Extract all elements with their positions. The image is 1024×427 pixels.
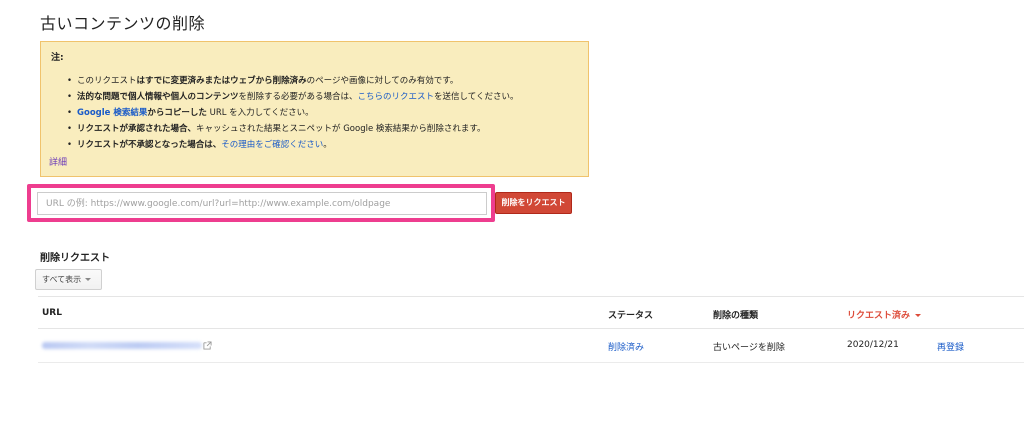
- notice-text: を削除する必要がある場合は、: [238, 92, 358, 102]
- chevron-down-icon: [85, 278, 92, 281]
- url-input[interactable]: [37, 192, 487, 215]
- notice-text-bold: 法的な問題で個人情報や個人のコンテンツ: [77, 92, 239, 102]
- notice-text: 。: [323, 140, 332, 150]
- removal-type: 古いページを削除: [713, 343, 785, 353]
- status-link[interactable]: 削除済み: [608, 340, 644, 353]
- details-link[interactable]: 詳細: [49, 155, 67, 168]
- removal-requests-title: 削除リクエスト: [40, 253, 110, 264]
- notice-text: URL を入力してください。: [206, 108, 314, 118]
- column-header-requested-label: リクエスト済み: [847, 311, 911, 321]
- page-title: 古いコンテンツの削除: [40, 14, 206, 33]
- notice-item: 法的な問題で個人情報や個人のコンテンツを削除する必要がある場合は、こちらのリクエ…: [67, 89, 578, 105]
- notice-item: Google 検索結果からコピーした URL を入力してください。: [67, 105, 578, 121]
- resubmit-link[interactable]: 再登録: [937, 340, 964, 353]
- notice-text-bold: からコピーした: [147, 108, 207, 118]
- blurred-url: [42, 342, 202, 349]
- notice-item: リクエストが承認された場合、キャッシュされた結果とスニペットが Google 検…: [67, 121, 578, 137]
- sort-caret-icon: [915, 314, 922, 317]
- notice-text: を送信してください。: [434, 92, 519, 102]
- notice-heading: 注:: [51, 53, 64, 63]
- notice-item: リクエストが不承認となった場合は、その理由をご確認ください。: [67, 137, 578, 153]
- google-search-results-link[interactable]: Google 検索結果: [77, 108, 147, 118]
- external-link-icon[interactable]: [203, 341, 212, 350]
- column-header-status: ステータス: [608, 311, 654, 321]
- filter-dropdown[interactable]: すべて表示: [35, 269, 102, 290]
- column-header-type: 削除の種類: [713, 311, 759, 321]
- notice-list: このリクエストはすでに変更済みまたはウェブから削除済みのページや画像に対してのみ…: [51, 73, 578, 153]
- other-request-link[interactable]: こちらのリクエスト: [358, 92, 435, 102]
- notice-text-bold: リクエストが不承認となった場合は、: [77, 140, 222, 150]
- request-date: 2020/12/21: [847, 340, 899, 350]
- notice-text-bold: は: [136, 76, 146, 86]
- filter-label: すべて表示: [42, 275, 82, 284]
- column-header-requested[interactable]: リクエスト済み: [847, 308, 922, 321]
- request-removal-button[interactable]: 削除をリクエスト: [495, 192, 572, 214]
- check-reason-link[interactable]: その理由をご確認ください: [221, 140, 323, 150]
- table-row: 削除済み 古いページを削除 2020/12/21 再登録: [38, 329, 1024, 363]
- notice-text: このリクエスト: [77, 76, 137, 86]
- column-header-url: URL: [42, 308, 62, 318]
- notice-item: このリクエストはすでに変更済みまたはウェブから削除済みのページや画像に対してのみ…: [67, 73, 578, 89]
- requests-table: URL ステータス 削除の種類 リクエスト済み 削除済み 古いページを削除 20…: [38, 296, 1024, 363]
- notice-text-bold: リクエストが承認された場合、: [77, 124, 197, 134]
- notice-text: のページや画像に対してのみ有効です。: [306, 76, 459, 86]
- notice-box: 注: このリクエストはすでに変更済みまたはウェブから削除済みのページや画像に対し…: [40, 41, 589, 177]
- notice-text-bold: すでに変更済みまたはウェブから削除済み: [145, 76, 307, 86]
- table-header: URL ステータス 削除の種類 リクエスト済み: [38, 296, 1024, 329]
- notice-text: キャッシュされた結果とスニペットが Google 検索結果から削除されます。: [196, 124, 486, 134]
